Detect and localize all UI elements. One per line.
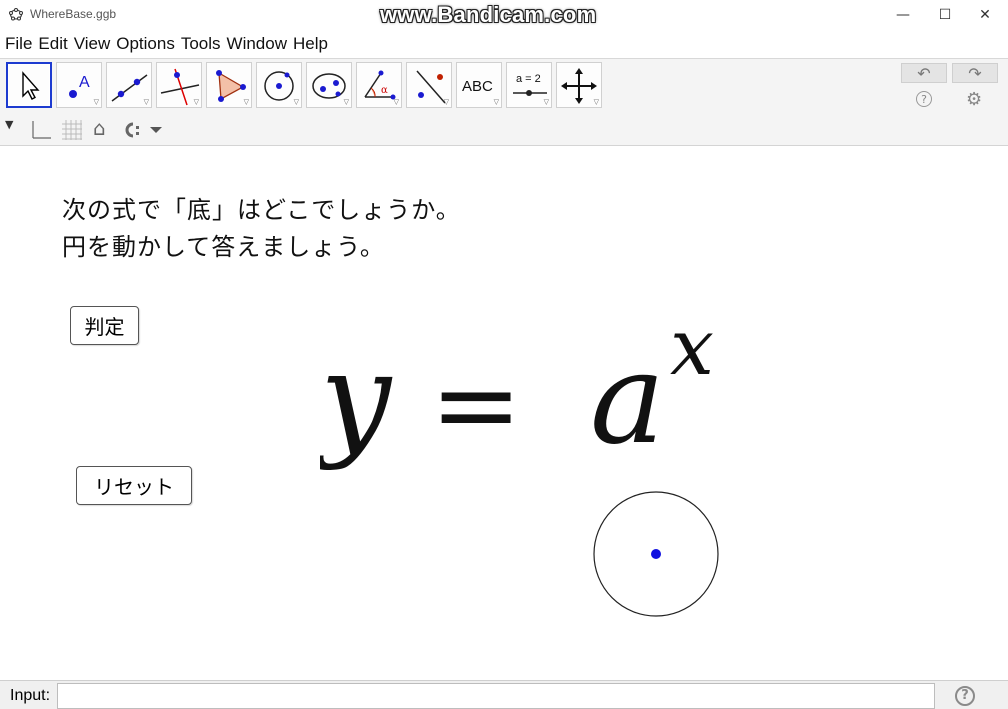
axes-toggle-icon[interactable] <box>30 119 52 141</box>
svg-text:α: α <box>381 85 388 96</box>
minimize-button[interactable]: — <box>880 0 926 30</box>
move-graphics-view-button[interactable]: ▽ <box>556 62 602 108</box>
toolbar-help-icon[interactable]: ? <box>916 91 932 107</box>
menu-tools[interactable]: Tools <box>181 34 221 54</box>
circle-center-point[interactable] <box>651 549 661 559</box>
question-text-line2: 円を動かして答えましょう。 <box>62 233 385 261</box>
formula-y: y <box>320 325 393 470</box>
graphics-view[interactable]: 次の式で「底」はどこでしょうか。 円を動かして答えましょう。 判定 リセット y… <box>0 146 1008 678</box>
move-arrow-icon <box>22 71 40 100</box>
conic-tool-button[interactable]: ▽ <box>306 62 352 108</box>
formula-y-equals-a-to-x: y = a x <box>320 320 714 470</box>
judge-button[interactable]: 判定 <box>70 306 139 345</box>
settings-gear-icon[interactable]: ⚙ <box>966 89 982 110</box>
redo-button[interactable]: ↷ <box>952 63 998 83</box>
formula-base-a: a <box>590 325 665 470</box>
title-bar: WhereBase.ggb www.Bandicam.com — ☐ ✕ <box>0 0 1008 30</box>
window-title: WhereBase.ggb <box>30 7 117 21</box>
collapse-triangle-icon[interactable]: ▼ <box>5 118 13 131</box>
geogebra-app-icon <box>9 8 23 21</box>
home-icon[interactable]: ⌂ <box>93 116 106 140</box>
menu-view[interactable]: View <box>74 34 111 54</box>
menu-help[interactable]: Help <box>293 34 328 54</box>
polygon-tool-button[interactable]: ▽ <box>206 62 252 108</box>
circle-tool-button[interactable]: ▽ <box>256 62 302 108</box>
menu-options[interactable]: Options <box>116 34 175 54</box>
reflect-tool-button[interactable]: ▽ <box>406 62 452 108</box>
menu-bar: File Edit View Options Tools Window Help <box>0 31 1008 57</box>
line-tool-button[interactable]: ▽ <box>106 62 152 108</box>
menu-edit[interactable]: Edit <box>38 34 67 54</box>
input-label: Input: <box>10 687 51 704</box>
close-button[interactable]: ✕ <box>962 0 1008 30</box>
svg-text:A: A <box>79 74 90 91</box>
toolbar: A ▽ ▽ ▽ ▽ ▽ ▽ α ▽ ▽ ABC ▽ a = 2 ▽ ▽ ↶ ↷ … <box>0 58 1008 116</box>
move-tool-button[interactable] <box>6 62 52 108</box>
grid-toggle-icon[interactable] <box>61 119 83 141</box>
point-tool-button[interactable]: A ▽ <box>56 62 102 108</box>
input-bar: Input: ? <box>0 680 1008 709</box>
question-text-line1: 次の式で「底」はどこでしょうか。 <box>62 196 461 224</box>
svg-text:a = 2: a = 2 <box>516 73 541 85</box>
menu-file[interactable]: File <box>5 34 32 54</box>
bandicam-watermark: www.Bandicam.com <box>380 2 597 27</box>
angle-tool-button[interactable]: α ▽ <box>356 62 402 108</box>
input-help-icon[interactable]: ? <box>955 686 975 706</box>
reset-button[interactable]: リセット <box>76 466 192 505</box>
svg-text:ABC: ABC <box>462 78 493 95</box>
formula-equals: = <box>430 340 522 468</box>
formula-exponent-x: x <box>670 320 714 393</box>
draggable-circle[interactable] <box>590 488 722 620</box>
input-field[interactable] <box>57 683 935 709</box>
menu-window[interactable]: Window <box>227 34 287 54</box>
slider-tool-button[interactable]: a = 2 ▽ <box>506 62 552 108</box>
undo-button[interactable]: ↶ <box>901 63 947 83</box>
text-tool-button[interactable]: ABC ▽ <box>456 62 502 108</box>
point-capturing-icon[interactable] <box>121 121 165 139</box>
style-bar: ▼ ⌂ <box>0 115 1008 146</box>
perpendicular-tool-button[interactable]: ▽ <box>156 62 202 108</box>
